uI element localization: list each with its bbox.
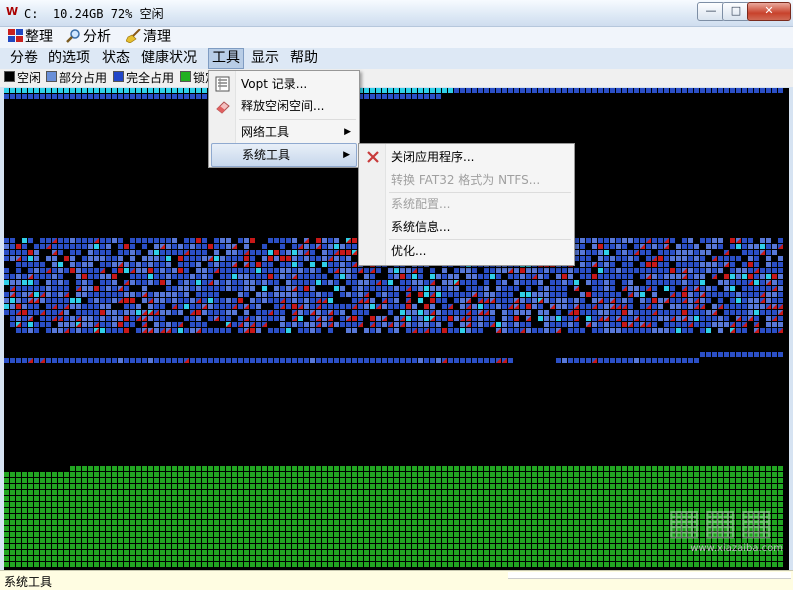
tools-menu: Vopt 记录... 释放空闲空间... 网络工具 ▶ 系统工具 ▶ [208, 70, 360, 168]
close-app-icon [367, 151, 379, 163]
menu-status[interactable]: 状态 [99, 48, 133, 69]
cluster-legend: 空闲 部分占用 完全占用 锁定 [0, 69, 793, 87]
close-icon: ✕ [764, 4, 774, 17]
legend-partial-swatch [46, 71, 57, 82]
menu-item-network-tools-label: 网络工具 [241, 125, 290, 139]
maximize-button[interactable]: □ [722, 2, 750, 21]
menu-volume[interactable]: 分卷 [7, 48, 41, 69]
menu-item-close-apps[interactable]: 关闭应用程序... [361, 146, 572, 168]
window-title: C: 10.24GB 72% 空闲 [24, 7, 164, 21]
menu-item-system-tools-label: 系统工具 [242, 148, 291, 162]
cleanup-label: 清理 [143, 29, 171, 45]
submenu-arrow-icon: ▶ [344, 127, 351, 137]
legend-locked-swatch [180, 71, 191, 82]
defrag-icon [8, 29, 23, 42]
menu-item-free-space[interactable]: 释放空闲空间... [211, 95, 357, 117]
cleanup-button[interactable]: 清理 [126, 28, 171, 47]
defrag-label: 整理 [25, 29, 53, 45]
menu-item-convert-ntfs: 转换 FAT32 格式为 NTFS... [361, 169, 572, 191]
minimize-icon: — [705, 4, 717, 17]
defrag-button[interactable]: 整理 [8, 28, 53, 47]
menu-item-system-tools[interactable]: 系统工具 ▶ [211, 143, 357, 167]
vopt-logo-icon: W [6, 5, 19, 18]
menu-item-convert-ntfs-label: 转换 FAT32 格式为 NTFS... [391, 173, 541, 187]
magnifier-icon [66, 29, 80, 43]
menu-item-vopt-log-label: Vopt 记录... [241, 77, 308, 91]
maximize-icon: □ [730, 4, 742, 17]
menu-item-sys-info[interactable]: 系统信息... [361, 216, 572, 238]
minimize-button[interactable]: — [697, 2, 725, 21]
menu-help[interactable]: 帮助 [287, 48, 321, 69]
legend-full-label: 完全占用 [126, 71, 175, 85]
menu-health[interactable]: 健康状况 [138, 48, 200, 69]
menu-item-free-space-label: 释放空闲空间... [241, 99, 325, 113]
status-progress-bar [508, 572, 791, 579]
close-button[interactable]: ✕ [747, 2, 791, 21]
analyze-button[interactable]: 分析 [66, 28, 111, 47]
menu-bar: 分卷 的选项 状态 健康状况 工具 显示 帮助 [0, 48, 793, 69]
title-bar: W C: 10.24GB 72% 空闲 — □ ✕ [0, 0, 793, 27]
menu-item-sys-config-label: 系统配置... [391, 197, 451, 211]
legend-full-swatch [113, 71, 124, 82]
watermark: ▦▦▦ www.xiazaiba.com [643, 502, 783, 554]
legend-full: 完全占用 [113, 71, 174, 85]
menu-item-close-apps-label: 关闭应用程序... [391, 150, 475, 164]
watermark-logo: ▦▦▦ [666, 502, 775, 543]
submenu-arrow-icon: ▶ [343, 150, 350, 160]
menu-item-network-tools[interactable]: 网络工具 ▶ [211, 121, 357, 143]
legend-free-label: 空闲 [17, 71, 42, 85]
menu-separator [239, 119, 356, 120]
log-icon [215, 76, 230, 92]
legend-partial-label: 部分占用 [59, 71, 108, 85]
menu-item-optimize-label: 优化... [391, 244, 427, 258]
broom-icon [126, 29, 141, 43]
status-text: 系统工具 [4, 575, 53, 589]
menu-display[interactable]: 显示 [248, 48, 282, 69]
menu-tools[interactable]: 工具 [208, 48, 244, 69]
watermark-url: www.xiazaiba.com [690, 543, 783, 554]
menu-options[interactable]: 的选项 [45, 48, 93, 69]
menu-item-vopt-log[interactable]: Vopt 记录... [211, 73, 357, 95]
legend-free: 空闲 [4, 71, 41, 85]
menu-item-sys-config: 系统配置... [361, 193, 572, 215]
menu-item-optimize[interactable]: 优化... [361, 240, 572, 262]
eraser-icon [216, 101, 230, 114]
legend-partial: 部分占用 [46, 71, 107, 85]
analyze-label: 分析 [83, 29, 111, 45]
status-bar: 系统工具 [0, 570, 793, 590]
toolbar: 整理 分析 清理 [0, 27, 793, 48]
menu-item-sys-info-label: 系统信息... [391, 220, 451, 234]
legend-free-swatch [4, 71, 15, 82]
system-tools-submenu: 关闭应用程序... 转换 FAT32 格式为 NTFS... 系统配置... 系… [358, 143, 575, 266]
